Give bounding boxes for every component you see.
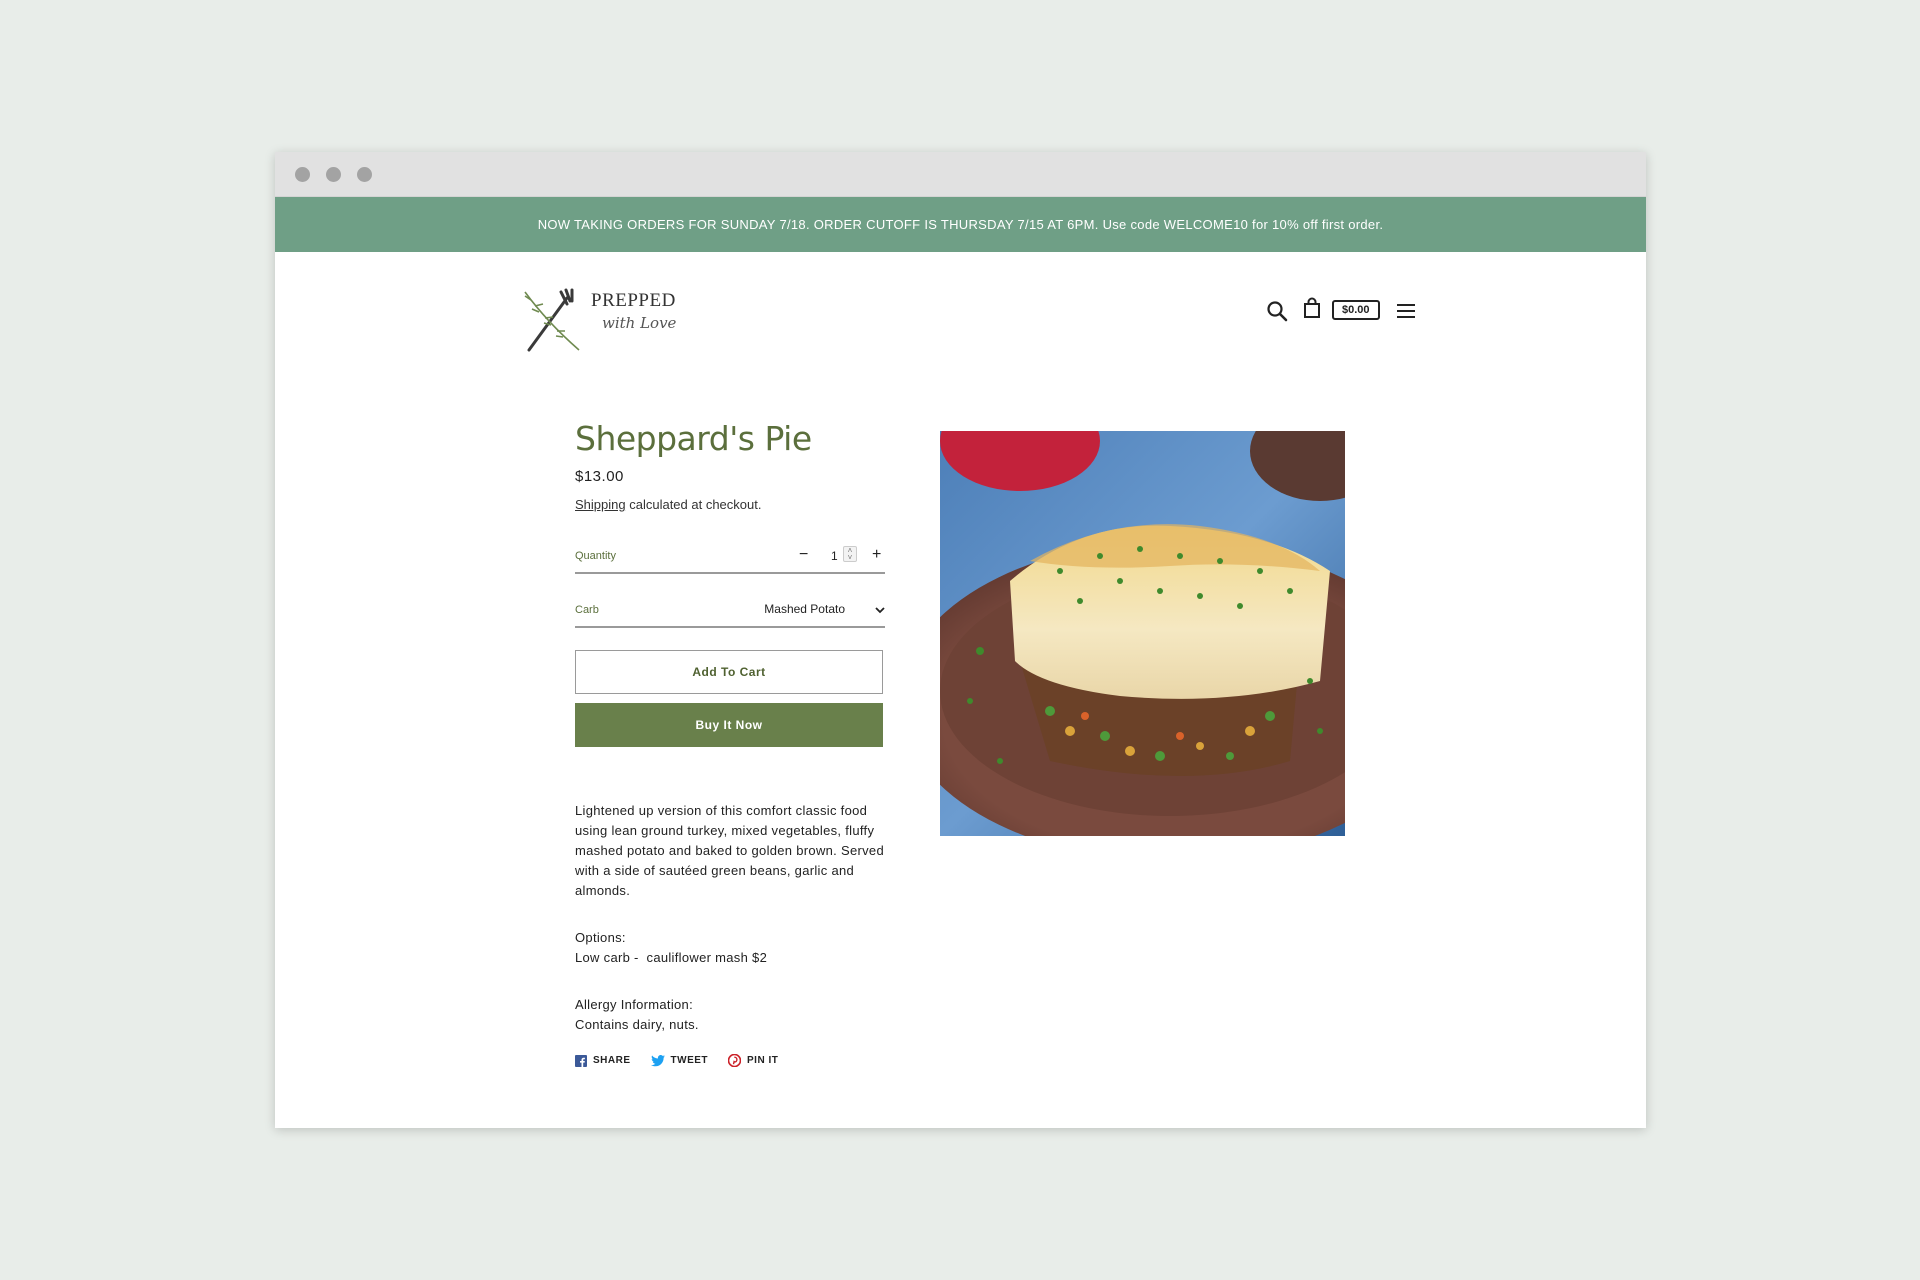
browser-window: NOW TAKING ORDERS FOR SUNDAY 7/18. ORDER… [275, 152, 1646, 1128]
tweet-label: TWEET [670, 1055, 709, 1066]
announcement-bar: NOW TAKING ORDERS FOR SUNDAY 7/18. ORDER… [275, 197, 1646, 252]
buy-now-button[interactable]: Buy It Now [575, 703, 883, 747]
brand-wordmark: PREPPED [591, 290, 676, 311]
product-title: Sheppard's Pie [575, 419, 812, 458]
carb-label: Carb [575, 604, 599, 616]
allergy-block: Allergy Information: Contains dairy, nut… [575, 995, 885, 1035]
social-share: SHARE TWEET PIN IT [575, 1054, 885, 1067]
quantity-spinner-icon[interactable]: ˄ ˅ [843, 546, 857, 562]
allergy-text: Contains dairy, nuts. [575, 1017, 699, 1032]
window-close-dot[interactable] [295, 167, 310, 182]
quantity-increase-button[interactable]: + [872, 546, 881, 564]
pin-label: PIN IT [747, 1055, 779, 1066]
menu-icon[interactable] [1396, 303, 1416, 319]
cart-total-badge[interactable]: $0.00 [1332, 300, 1380, 320]
quantity-field: Quantity − 1 ˄ ˅ + [575, 534, 885, 574]
pinterest-icon [728, 1054, 742, 1067]
twitter-share-link[interactable]: TWEET [650, 1054, 709, 1067]
shipping-note: Shipping calculated at checkout. [575, 497, 885, 512]
quantity-input[interactable]: 1 [831, 549, 838, 563]
site-header: PREPPED with Love $0.00 [275, 252, 1646, 372]
facebook-icon [575, 1054, 587, 1067]
allergy-title: Allergy Information: [575, 997, 693, 1012]
description-text: Lightened up version of this comfort cla… [575, 803, 884, 898]
options-block: Options: Low carb - cauliflower mash $2 [575, 928, 885, 968]
quantity-label: Quantity [575, 550, 616, 562]
window-maximize-dot[interactable] [357, 167, 372, 182]
quantity-decrease-button[interactable]: − [799, 546, 808, 564]
shipping-link[interactable]: Shipping [575, 497, 626, 512]
browser-chrome [275, 152, 1646, 197]
options-title: Options: [575, 930, 626, 945]
product-description: Lightened up version of this comfort cla… [575, 801, 885, 1035]
window-minimize-dot[interactable] [326, 167, 341, 182]
product-info: Sheppard's Pie $13.00 Shipping calculate… [575, 419, 885, 1067]
brand-script: with Love [602, 314, 677, 332]
product-price: $13.00 [575, 468, 624, 485]
shipping-text: calculated at checkout. [625, 497, 762, 512]
carb-selected-value[interactable]: Mashed Potato [764, 602, 845, 616]
share-label: SHARE [593, 1055, 631, 1066]
facebook-share-link[interactable]: SHARE [575, 1054, 631, 1067]
announcement-text: NOW TAKING ORDERS FOR SUNDAY 7/18. ORDER… [537, 217, 1384, 232]
twitter-icon [650, 1054, 665, 1066]
search-icon[interactable] [1266, 300, 1288, 322]
add-to-cart-button[interactable]: Add To Cart [575, 650, 883, 694]
product-image[interactable] [940, 431, 1345, 836]
shopping-bag-icon[interactable] [1302, 297, 1322, 319]
pinterest-share-link[interactable]: PIN IT [728, 1054, 778, 1067]
options-text: Low carb - cauliflower mash $2 [575, 950, 768, 965]
carb-select[interactable]: Carb Mashed Potato [575, 588, 885, 628]
chevron-down-icon[interactable] [875, 607, 885, 614]
